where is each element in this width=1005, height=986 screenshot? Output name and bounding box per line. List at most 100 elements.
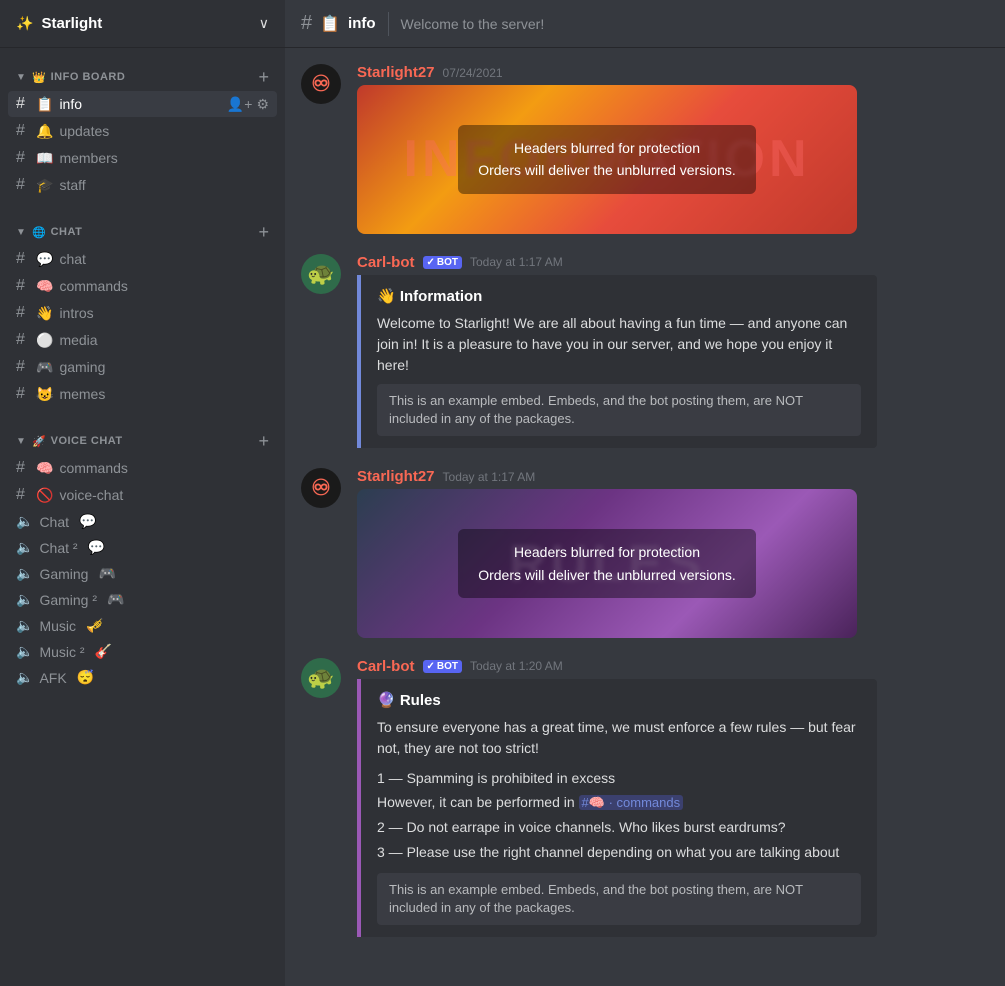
channel-emoji-members: 📖 [36, 150, 53, 167]
rules-list: 1 — Spamming is prohibited in excess How… [377, 767, 861, 863]
messages-container[interactable]: ♾ Starlight27 07/24/2021 INFORMATION Hea… [285, 48, 1005, 986]
channel-item-intros[interactable]: # 👋 intros [8, 300, 277, 326]
channel-item-vc-voice-chat[interactable]: # 🚫 voice-chat [8, 482, 277, 508]
message-header-4: Carl-bot ✓ BOT Today at 1:20 AM [357, 658, 989, 675]
channel-hash-icon: # [16, 122, 30, 140]
blurred-image-1: INFORMATION Headers blurred for protecti… [357, 85, 857, 234]
message-author-carlbot-2: Carl-bot [357, 658, 415, 675]
voice-channel-gaming2[interactable]: 🔈 Gaming ² 🎮 [8, 587, 277, 612]
checkmark-icon-2: ✓ [427, 661, 435, 672]
voice-channel-name-chat2: Chat ² [39, 540, 77, 556]
embed-desc-information: Welcome to Starlight! We are all about h… [377, 313, 861, 376]
section-add-info-board[interactable]: + [258, 68, 269, 86]
channel-name-info: info [59, 96, 82, 112]
voice-channel-name-music2: Music ² [39, 644, 84, 660]
speaker-icon: 🔈 [16, 539, 33, 556]
voice-channel-chat2[interactable]: 🔈 Chat ² 💬 [8, 535, 277, 560]
section-add-chat[interactable]: + [258, 223, 269, 241]
channel-hash-icon: # [16, 95, 30, 113]
message-timestamp-1: 07/24/2021 [443, 66, 503, 80]
channel-item-updates[interactable]: # 🔔 updates [8, 118, 277, 144]
channel-item-info[interactable]: # 📋 info 👤+ ⚙ [8, 91, 277, 117]
rule-1: 1 — Spamming is prohibited in excess [377, 767, 861, 789]
embed-note-information: This is an example embed. Embeds, and th… [377, 384, 861, 436]
server-chevron-icon[interactable]: ∨ [259, 15, 269, 32]
channel-name-media: media [59, 332, 97, 348]
avatar-carlbot-1: 🐢 [301, 254, 341, 294]
message-group-4: 🐢 Carl-bot ✓ BOT Today at 1:20 AM 🔮 Rule… [301, 658, 989, 937]
voice-channel-gaming[interactable]: 🔈 Gaming 🎮 [8, 561, 277, 586]
add-member-icon[interactable]: 👤+ [227, 96, 253, 113]
section-info-board: ▼ 👑 INFO BOARD + # 📋 info 👤+ ⚙ # 🔔 updat… [0, 48, 285, 203]
voice-channel-chat[interactable]: 🔈 Chat 💬 [8, 509, 277, 534]
channel-item-members[interactable]: # 📖 members [8, 145, 277, 171]
section-header-voice-chat[interactable]: ▼ 🚀 VOICE CHAT + [8, 428, 277, 454]
blurred-image-2: RULES Headers blurred for protectionOrde… [357, 489, 857, 638]
channel-emoji-commands: 🧠 [36, 278, 53, 295]
channel-emoji-chat: 💬 [36, 251, 53, 268]
section-header-chat[interactable]: ▼ 🌐 CHAT + [8, 219, 277, 245]
channel-name-vc-voice-chat: voice-chat [59, 487, 123, 503]
voice-channel-afk[interactable]: 🔈 AFK 😴 [8, 665, 277, 690]
voice-channel-music2[interactable]: 🔈 Music ² 🎸 [8, 639, 277, 664]
section-title-info-board: ▼ 👑 INFO BOARD [16, 71, 125, 84]
message-author-1: Starlight27 [357, 64, 435, 81]
channel-emoji-vc-commands: 🧠 [36, 460, 53, 477]
speaker-icon: 🔈 [16, 643, 33, 660]
channel-hash-icon: # [16, 304, 30, 322]
section-icon-info-board: 👑 [32, 71, 46, 84]
header-topic: Welcome to the server! [401, 16, 545, 32]
channel-item-staff[interactable]: # 🎓 staff [8, 172, 277, 198]
section-caret-chat: ▼ [16, 227, 26, 238]
message-timestamp-2: Today at 1:17 AM [470, 255, 563, 269]
afk-icon-vc: 😴 [77, 669, 94, 686]
rule-2: 2 — Do not earrape in voice channels. Wh… [377, 816, 861, 838]
speaker-icon: 🔈 [16, 669, 33, 686]
channel-ref-commands[interactable]: #🧠 · commands [579, 795, 684, 810]
message-header-3: Starlight27 Today at 1:17 AM [357, 468, 989, 485]
embed-rules: 🔮 Rules To ensure everyone has a great t… [357, 679, 877, 937]
chat-icon-vc2: 💬 [88, 539, 105, 556]
channel-header: # 📋 info Welcome to the server! [285, 0, 1005, 48]
channel-name-chat: chat [59, 251, 85, 267]
message-group-1: ♾ Starlight27 07/24/2021 INFORMATION Hea… [301, 64, 989, 234]
voice-channel-music[interactable]: 🔈 Music 🎺 [8, 613, 277, 638]
server-header[interactable]: ✨ Starlight ∨ [0, 0, 285, 48]
voice-channel-name-gaming: Gaming [39, 566, 88, 582]
section-header-info-board[interactable]: ▼ 👑 INFO BOARD + [8, 64, 277, 90]
channel-hash-icon: # [16, 486, 30, 504]
section-caret-voice-chat: ▼ [16, 436, 26, 447]
voice-channel-name-gaming2: Gaming ² [39, 592, 97, 608]
gaming-icon-vc: 🎮 [98, 565, 115, 582]
channel-hash-icon: # [16, 459, 30, 477]
channel-hash-icon: # [16, 331, 30, 349]
channel-item-memes[interactable]: # 😺 memes [8, 381, 277, 407]
channel-item-gaming[interactable]: # 🎮 gaming [8, 354, 277, 380]
section-voice-chat: ▼ 🚀 VOICE CHAT + # 🧠 commands # 🚫 voice-… [0, 412, 285, 695]
settings-icon[interactable]: ⚙ [256, 96, 269, 113]
channel-item-vc-commands[interactable]: # 🧠 commands [8, 455, 277, 481]
channel-item-commands[interactable]: # 🧠 commands [8, 273, 277, 299]
section-title-chat: ▼ 🌐 CHAT [16, 226, 82, 239]
channel-item-media[interactable]: # ⚪ media [8, 327, 277, 353]
channel-name-vc-commands: commands [59, 460, 127, 476]
speaker-icon: 🔈 [16, 565, 33, 582]
checkmark-icon: ✓ [427, 257, 435, 268]
channel-item-chat[interactable]: # 💬 chat [8, 246, 277, 272]
message-content-1: Starlight27 07/24/2021 INFORMATION Heade… [357, 64, 989, 234]
channel-name-intros: intros [59, 305, 93, 321]
channel-name-commands: commands [59, 278, 127, 294]
section-chat: ▼ 🌐 CHAT + # 💬 chat # 🧠 commands # 👋 int… [0, 203, 285, 412]
message-header-2: Carl-bot ✓ BOT Today at 1:17 AM [357, 254, 989, 271]
speaker-icon: 🔈 [16, 617, 33, 634]
embed-title-rules: 🔮 Rules [377, 691, 861, 709]
embed-note-rules: This is an example embed. Embeds, and th… [377, 873, 861, 925]
channel-emoji-updates: 🔔 [36, 123, 53, 140]
rule-1-note: However, it can be performed in #🧠 · com… [377, 791, 861, 814]
header-hash-icon: # [301, 12, 312, 35]
channel-hash-icon: # [16, 149, 30, 167]
channel-hash-icon: # [16, 250, 30, 268]
channel-emoji-memes: 😺 [36, 386, 53, 403]
section-add-voice-chat[interactable]: + [258, 432, 269, 450]
section-title-voice-chat: ▼ 🚀 VOICE CHAT [16, 435, 123, 448]
